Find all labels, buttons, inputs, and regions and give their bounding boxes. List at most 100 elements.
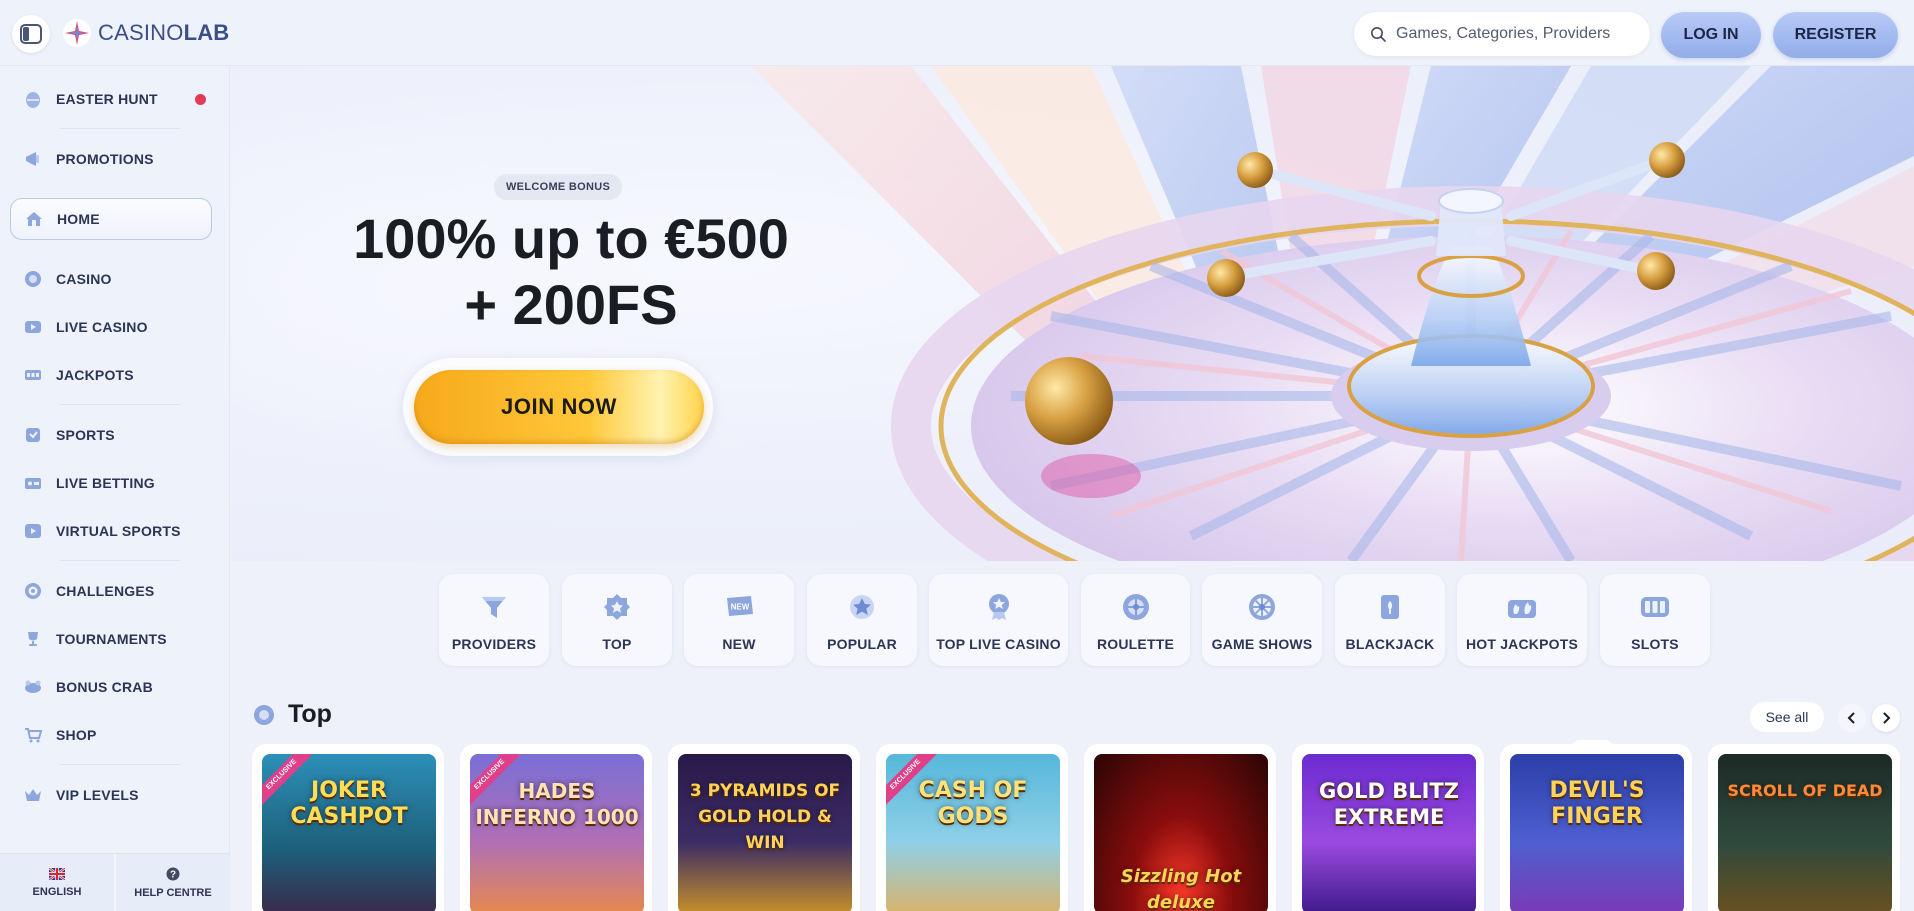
sidebar-item-sports[interactable]: SPORTS (10, 414, 212, 456)
sidebar-item-promotions[interactable]: PROMOTIONS (10, 138, 212, 180)
logo-star-icon (63, 19, 91, 47)
see-all-button[interactable]: See all (1750, 702, 1824, 732)
badge-icon (600, 590, 634, 624)
game-thumbnail: 3 PYRAMIDS OF GOLD HOLD & WIN (678, 754, 852, 911)
game-card-hades-inferno[interactable]: EXCLUSIVE HADES INFERNO 1000 (460, 744, 652, 911)
sidebar-item-label: LIVE CASINO (56, 319, 148, 335)
game-card-joker-cashpot[interactable]: EXCLUSIVE JOKER CASHPOT (252, 744, 444, 911)
category-top-live-casino[interactable]: TOP LIVE CASINO (929, 574, 1068, 666)
help-icon: ? (166, 867, 180, 880)
game-card-gold-blitz-extreme[interactable]: GOLD BLITZ EXTREME (1292, 744, 1484, 911)
carousel-prev-button[interactable] (1838, 704, 1866, 732)
divider (60, 764, 180, 765)
sidebar-item-label: TOURNAMENTS (56, 631, 167, 647)
category-hot-jackpots[interactable]: HOT JACKPOTS (1457, 574, 1587, 666)
live-betting-icon (22, 472, 44, 494)
medal-icon (982, 590, 1016, 624)
category-roulette[interactable]: ROULETTE (1081, 574, 1190, 666)
sidebar-item-label: LIVE BETTING (56, 475, 155, 491)
sidebar-item-casino[interactable]: CASINO (10, 258, 212, 300)
sidebar-item-tournaments[interactable]: TOURNAMENTS (10, 618, 212, 660)
star-icon (845, 590, 879, 624)
sidebar-item-home[interactable]: HOME (10, 198, 212, 240)
category-slots[interactable]: SLOTS (1600, 574, 1710, 666)
category-top[interactable]: TOP (562, 574, 672, 666)
sidebar-item-shop[interactable]: SHOP (10, 714, 212, 756)
live-icon (22, 316, 44, 338)
chevron-left-icon (1847, 712, 1855, 724)
game-card-cash-of-gods[interactable]: EXCLUSIVE CASH OF GODS (876, 744, 1068, 911)
language-button[interactable]: ENGLISH (0, 854, 114, 911)
sidebar-item-label: SHOP (56, 727, 97, 743)
category-game-shows[interactable]: GAME SHOWS (1202, 574, 1322, 666)
search-input[interactable] (1396, 25, 1636, 43)
carousel-next-button[interactable] (1872, 704, 1900, 732)
crown-icon (22, 784, 44, 806)
game-title: CASH OF GODS (918, 778, 1028, 829)
sidebar-item-label: PROMOTIONS (56, 151, 154, 167)
game-card-3-pyramids-of-gold[interactable]: 3 PYRAMIDS OF GOLD HOLD & WIN (668, 744, 860, 911)
sidebar-item-label: SPORTS (56, 427, 115, 443)
top-section-header: Top (252, 700, 332, 729)
help-centre-button[interactable]: ? HELP CENTRE (114, 854, 230, 911)
sidebar-item-easter-hunt[interactable]: EASTER HUNT (10, 78, 212, 120)
uk-flag-icon (49, 867, 65, 880)
game-title: JOKER CASHPOT (290, 778, 408, 829)
megaphone-icon (22, 148, 44, 170)
category-blackjack[interactable]: BLACKJACK (1335, 574, 1445, 666)
language-label: ENGLISH (32, 885, 82, 898)
egg-icon (22, 88, 44, 110)
sidebar-item-label: HOME (57, 211, 100, 227)
game-card-scroll-of-dead[interactable]: SCROLL OF DEAD (1708, 744, 1900, 911)
wheel-icon (1245, 590, 1279, 624)
category-label: PROVIDERS (451, 636, 537, 652)
sidebar-item-live-betting[interactable]: LIVE BETTING (10, 462, 212, 504)
slots-icon (1638, 590, 1672, 624)
jackpot-icon (22, 364, 44, 386)
join-now-button[interactable]: JOIN NOW (414, 370, 704, 444)
play-icon (22, 520, 44, 542)
sidebar-item-vip-levels[interactable]: VIP LEVELS (10, 774, 212, 816)
game-thumbnail: EXCLUSIVE JOKER CASHPOT (262, 754, 436, 911)
sidebar-item-virtual-sports[interactable]: VIRTUAL SPORTS (10, 510, 212, 552)
sidebar-item-jackpots[interactable]: JACKPOTS (10, 354, 212, 396)
hero-title-line1: 100% up to €500 (353, 207, 789, 270)
cart-icon (22, 724, 44, 746)
register-button[interactable]: REGISTER (1773, 11, 1898, 58)
roulette-icon (1119, 590, 1153, 624)
new-tag-icon: NEW (722, 590, 756, 624)
svg-text:?: ? (170, 869, 176, 880)
sports-icon (22, 424, 44, 446)
sidebar-item-label: CASINO (56, 271, 112, 287)
search-box[interactable] (1354, 12, 1650, 56)
help-label: HELP CENTRE (134, 886, 212, 899)
category-label: TOP (602, 636, 632, 652)
hero-banner: WELCOME BONUS 100% up to €500 + 200FS JO… (231, 66, 1914, 561)
category-label: TOP LIVE CASINO (936, 636, 1061, 652)
category-popular[interactable]: POPULAR (807, 574, 917, 666)
category-label: GAME SHOWS (1211, 636, 1313, 652)
casino-lab-logo[interactable]: CASINOLAB (62, 16, 229, 50)
sidebar-item-live-casino[interactable]: LIVE CASINO (10, 306, 212, 348)
sidebar-item-label: VIRTUAL SPORTS (56, 523, 181, 539)
game-title: 3 PYRAMIDS OF GOLD HOLD & WIN (689, 781, 841, 853)
game-card-devils-finger[interactable]: DEVIL'S FINGER (1500, 744, 1692, 911)
sidebar-item-challenges[interactable]: CHALLENGES (10, 570, 212, 612)
sidebar-nav: EASTER HUNT PROMOTIONS HOME CASINO LIVE … (0, 66, 230, 911)
search-icon (1371, 27, 1386, 42)
login-button[interactable]: LOG IN (1661, 11, 1761, 58)
game-thumbnail: DEVIL'S FINGER (1510, 754, 1684, 911)
game-thumbnail: Sizzling Hot deluxe (1094, 754, 1268, 911)
sidebar-item-bonus-crab[interactable]: BONUS CRAB (10, 666, 212, 708)
game-title: DEVIL'S FINGER (1549, 778, 1645, 829)
svg-text:NEW: NEW (731, 603, 750, 612)
category-label: NEW (722, 636, 756, 652)
notification-dot (195, 94, 206, 105)
game-card-sizzling-hot-deluxe[interactable]: Sizzling Hot deluxe (1084, 744, 1276, 911)
sidebar-item-label: JACKPOTS (56, 367, 134, 383)
sidebar-toggle-button[interactable] (12, 15, 50, 53)
game-title: HADES INFERNO 1000 (475, 779, 639, 829)
hero-title: 100% up to €500 + 200FS (291, 206, 851, 338)
category-new[interactable]: NEW NEW (684, 574, 794, 666)
category-providers[interactable]: PROVIDERS (439, 574, 549, 666)
